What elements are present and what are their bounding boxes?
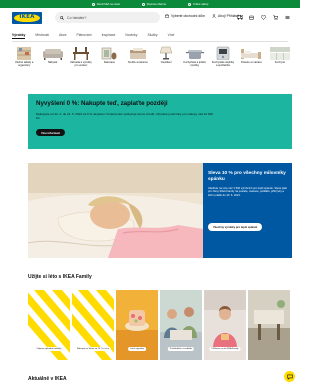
family-cards: Objevte výhodné nabídky Nakupte na Slevu… (28, 290, 292, 360)
tab-inspirace[interactable]: Inspirace (102, 33, 116, 39)
category-item[interactable]: Textilie a koberce (126, 46, 150, 68)
category-item[interactable]: Kuchyně (268, 46, 292, 68)
card-label: Nakupte na Slevu za 10 % a více (74, 347, 112, 351)
ikea-logo[interactable]: IKEA (12, 12, 42, 24)
heart-icon[interactable] (260, 14, 267, 21)
promo-item[interactable]: Online nákup (187, 2, 208, 6)
category-item[interactable]: Úložné sklady a organizéry (12, 46, 36, 68)
category-item[interactable]: Postele a matrace (239, 46, 263, 68)
tab-sluzby[interactable]: Služby (147, 33, 157, 39)
info-icon (187, 2, 191, 6)
nav-divider (12, 41, 288, 42)
user-icon (212, 14, 216, 18)
card-label: Přihlaste se do IKEA Family (209, 347, 241, 351)
search-input[interactable] (67, 15, 157, 20)
tab-planovani[interactable]: Plánování (77, 33, 92, 39)
financing-promo-title: Nyvyšlení 0 %: Nakupte teď, zaplaťte poz… (36, 100, 168, 107)
sleep-promo-text: Ušetřete na více než 1 500 výrobcích pro… (208, 186, 287, 197)
financing-promo-text: Nakupujte od 12. 4. do 31. 5. 2024 za 0 … (36, 112, 213, 120)
category-item[interactable]: Kuchyňské doplňky a spotřebiče (211, 46, 235, 68)
sleeping-woman-photo[interactable] (28, 163, 203, 258)
decor-icon (97, 46, 121, 60)
family-card[interactable]: Objevte výhodné nabídky (28, 290, 70, 360)
card-label: Objevte výhodné nabídky (34, 347, 64, 351)
info-icon (141, 2, 145, 6)
family-card[interactable]: Letní výprodej (116, 290, 158, 360)
category-item[interactable]: Kuchyňské a jídelní výrobky (182, 46, 206, 68)
category-carousel: Úložné sklady a organizéry Nábytek Zahra… (12, 46, 292, 68)
search-icon (60, 15, 64, 20)
sleep-promo-panel: Sleva 10 % pro všechny milovníky spánku … (203, 163, 292, 258)
card-label: Letní výprodej (128, 347, 146, 351)
bed-icon (239, 46, 263, 60)
family-card[interactable]: Prohlédněte si nabídku (160, 290, 202, 360)
textile-icon (126, 46, 150, 60)
garden-icon (69, 46, 93, 60)
family-card[interactable]: Nakupte na Slevu za 10 % a více (72, 290, 114, 360)
card-label: Prohlédněte si nabídku (167, 347, 195, 351)
tab-akce[interactable]: Akce (59, 33, 67, 39)
promo-item[interactable]: Nová IKEA na cestě (91, 2, 120, 6)
store-icon (165, 14, 169, 18)
kitchen-icon (268, 46, 292, 60)
tab-vice[interactable]: Více (168, 33, 175, 39)
outdoor-photo (248, 290, 290, 360)
cookware-icon (183, 46, 207, 60)
top-promo-bar: Nová IKEA na cestě Doprava zdarma Online… (0, 0, 300, 8)
cart-icon[interactable] (272, 14, 279, 21)
search-bar[interactable] (55, 12, 160, 23)
family-card[interactable] (248, 290, 290, 360)
category-item[interactable]: Zahrada a výrobky pro venkov (69, 46, 93, 68)
tab-novinky[interactable]: Novinky (125, 33, 137, 39)
appliance-icon (211, 46, 235, 60)
site-header: IKEA Vyberte obchodní dům Ahoj! Přihlási… (0, 8, 300, 28)
sleep-promo-title: Sleva 10 % pro všechny milovníky spánku (208, 171, 286, 182)
sleep-promo-banner: Sleva 10 % pro všechny milovníky spánku … (28, 163, 292, 258)
category-item[interactable]: Osvětlení (154, 46, 178, 68)
lamp-icon (154, 46, 178, 60)
family-section-heading: Užijte si léto s IKEA Family (28, 274, 92, 280)
chat-icon (286, 374, 293, 380)
sofa-icon (41, 46, 65, 60)
tab-vyrobky[interactable]: Výrobky (12, 33, 26, 40)
delivery-icon[interactable] (248, 14, 255, 21)
menu-icon[interactable] (284, 14, 291, 21)
category-item[interactable]: Nábytek (40, 46, 64, 68)
chat-button[interactable] (284, 371, 295, 382)
main-navigation: Výrobky Místnosti Akce Plánování Inspira… (12, 32, 292, 40)
sleep-products-button[interactable]: Všechny výrobky pro lepší spánek (208, 223, 263, 231)
news-section-heading: Aktuálně v IKEA (28, 376, 67, 382)
tab-mistnosti[interactable]: Místnosti (35, 33, 49, 39)
info-icon (91, 2, 95, 6)
financing-promo-banner: Nyvyšlení 0 %: Nakupte teď, zaplaťte poz… (28, 94, 292, 149)
more-info-button[interactable]: Více informací (36, 129, 66, 136)
promo-item[interactable]: Doprava zdarma (141, 2, 166, 6)
category-item[interactable]: Dekorace (97, 46, 121, 68)
shelf-icon (12, 46, 36, 60)
truck-icon[interactable] (236, 14, 243, 21)
family-card[interactable]: Přihlaste se do IKEA Family (204, 290, 246, 360)
store-selector[interactable]: Vyberte obchodní dům (165, 14, 205, 18)
